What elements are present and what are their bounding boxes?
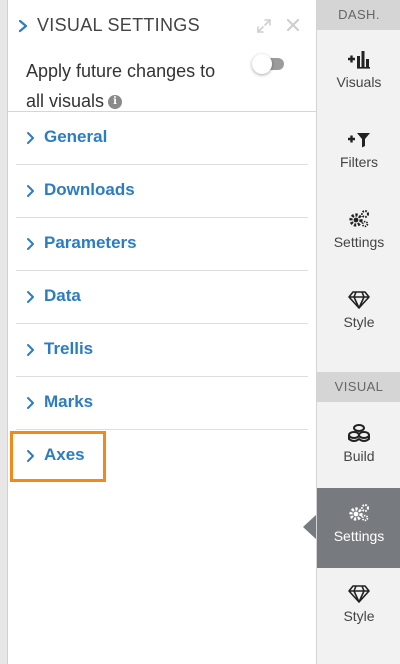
info-icon[interactable]: i: [108, 95, 123, 110]
apply-future-changes-label: Apply future changes to all visuals i: [26, 56, 256, 116]
gears-icon: [349, 504, 369, 522]
section-downloads[interactable]: Downloads: [16, 165, 308, 218]
section-general[interactable]: General: [16, 112, 308, 165]
section-marks[interactable]: Marks: [16, 377, 308, 430]
expand-icon[interactable]: [256, 18, 272, 34]
add-chart-icon: [348, 51, 370, 69]
rail-label: Build: [343, 448, 375, 464]
collapse-chevron-icon[interactable]: [16, 17, 30, 35]
section-label: Trellis: [44, 339, 94, 358]
chevron-right-icon: [27, 450, 34, 462]
apply-line-2: all visuals: [26, 91, 105, 111]
add-filter-icon: [348, 133, 370, 148]
rail-filters-button[interactable]: Filters: [317, 114, 400, 194]
chevron-right-icon: [27, 185, 34, 197]
rail-header-dash: DASH.: [317, 0, 400, 30]
rail-dash-style-button[interactable]: Style: [317, 274, 400, 354]
rail-header-visual: VISUAL: [317, 372, 400, 402]
chevron-right-icon: [27, 238, 34, 250]
apply-line-1: Apply future changes to: [26, 61, 216, 81]
section-label: Parameters: [44, 233, 137, 252]
section-label: Downloads: [44, 180, 135, 199]
rail-label: Settings: [333, 234, 385, 250]
right-rail: DASH. Visuals Filters Settings Style VIS…: [316, 0, 400, 664]
build-blocks-icon: [348, 424, 370, 442]
section-axes[interactable]: Axes: [16, 430, 308, 483]
visual-settings-panel: VISUAL SETTINGS Apply future changes to …: [8, 0, 316, 664]
rail-label: Style: [343, 608, 375, 624]
toggle-knob: [252, 54, 272, 74]
gears-icon: [349, 210, 369, 228]
diamond-icon: [348, 585, 370, 603]
left-gutter: [0, 0, 8, 664]
chevron-right-icon: [27, 397, 34, 409]
section-label: General: [44, 127, 108, 146]
rail-dash-settings-button[interactable]: Settings: [317, 194, 400, 274]
chevron-right-icon: [27, 344, 34, 356]
rail-label: Style: [343, 314, 375, 330]
rail-label: Filters: [339, 154, 379, 170]
diamond-icon: [348, 291, 370, 309]
rail-visual-settings-button[interactable]: Settings: [317, 488, 400, 568]
apply-future-changes-toggle[interactable]: [252, 54, 284, 74]
chevron-right-icon: [27, 291, 34, 303]
rail-label: Settings: [333, 528, 385, 544]
rail-visuals-button[interactable]: Visuals: [317, 34, 400, 114]
settings-section-list: General Downloads Parameters Data Trelli…: [8, 111, 316, 483]
active-pointer: [303, 514, 317, 540]
section-label: Data: [44, 286, 81, 305]
section-label: Axes: [44, 445, 85, 464]
section-label: Marks: [44, 392, 94, 411]
section-parameters[interactable]: Parameters: [16, 218, 308, 271]
section-trellis[interactable]: Trellis: [16, 324, 308, 377]
chevron-right-icon: [27, 132, 34, 144]
rail-build-button[interactable]: Build: [317, 408, 400, 488]
panel-title: VISUAL SETTINGS: [37, 15, 200, 35]
close-icon[interactable]: [286, 18, 300, 32]
rail-label: Visuals: [336, 74, 382, 90]
rail-visual-style-button[interactable]: Style: [317, 568, 400, 648]
section-data[interactable]: Data: [16, 271, 308, 324]
panel-header: VISUAL SETTINGS: [8, 0, 316, 52]
